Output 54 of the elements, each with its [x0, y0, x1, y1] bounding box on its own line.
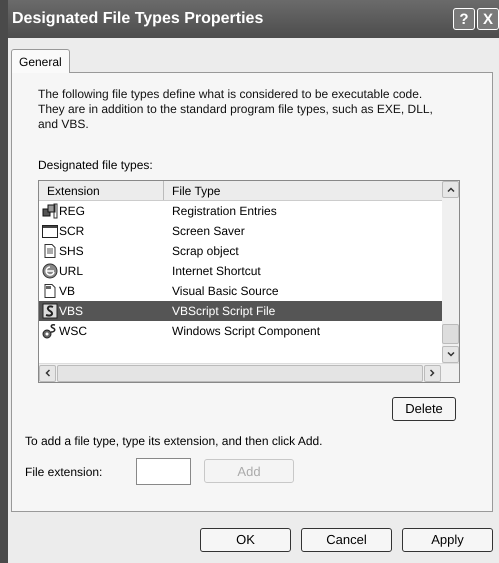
- apply-button[interactable]: Apply: [402, 528, 493, 552]
- document-icon: [42, 243, 58, 259]
- extension-cell-text: VB: [59, 283, 76, 300]
- file-type-cell-text: Registration Entries: [171, 203, 277, 220]
- file-type-cell-text: Windows Script Component: [171, 323, 320, 340]
- scroll-left-button[interactable]: [39, 364, 56, 382]
- scroll-right-button[interactable]: [424, 364, 441, 382]
- cancel-button[interactable]: Cancel: [301, 528, 392, 552]
- help-button[interactable]: ?: [453, 8, 475, 30]
- chevron-left-icon: [45, 369, 50, 377]
- list-row[interactable]: REG Registration Entries: [39, 201, 442, 221]
- close-button[interactable]: X: [477, 8, 499, 30]
- cubes-icon: [42, 203, 58, 219]
- chevron-right-icon: [430, 369, 435, 377]
- scroll-down-button[interactable]: [442, 346, 459, 363]
- description-text: The following file types define what is considered to be executable code. They are in addition to the standard program file types, such as EXE, DLL, and VBS.: [38, 87, 434, 132]
- field-label: File extension:: [25, 464, 104, 480]
- list-row[interactable]: URL Internet Shortcut: [39, 261, 442, 281]
- file-type-cell-text: Scrap object: [171, 243, 239, 260]
- file-type-cell-text: VBScript Script File: [171, 303, 276, 320]
- file-type-cell-text: Internet Shortcut: [171, 263, 261, 280]
- list-row[interactable]: SCR Screen Saver: [39, 221, 442, 241]
- extension-cell-text: SCR: [59, 223, 84, 240]
- list-row[interactable]: VBS VBScript Script File: [39, 301, 442, 321]
- scroll-thumb[interactable]: [57, 364, 423, 382]
- file-type-cell-text: Visual Basic Source: [171, 283, 278, 300]
- scroll-up-button[interactable]: [442, 181, 459, 198]
- delete-button[interactable]: Delete: [392, 397, 456, 421]
- list-row[interactable]: WSC Windows Script Component: [39, 321, 442, 341]
- list-row[interactable]: VB Visual Basic Source: [39, 281, 442, 301]
- tab[interactable]: General: [11, 49, 70, 73]
- file-type-cell-text: Screen Saver: [171, 223, 245, 240]
- globe-icon: [42, 263, 58, 279]
- code-file-icon: [42, 283, 58, 299]
- chevron-down-icon: [446, 352, 454, 357]
- vertical-scrollbar[interactable]: [442, 181, 459, 363]
- extension-cell-text: URL: [59, 263, 84, 280]
- chevron-up-icon: [446, 187, 454, 192]
- column-header[interactable]: File Type: [164, 181, 442, 200]
- extension-cell-text: SHS: [59, 243, 84, 260]
- extension-cell-text: VBS: [59, 303, 84, 320]
- list-label: Designated file types:: [38, 157, 154, 174]
- add-hint-text: To add a file type, type its extension, and then click Add.: [25, 433, 324, 450]
- script-icon: [42, 303, 58, 319]
- extension-cell-text: WSC: [59, 323, 87, 340]
- window-icon: [42, 223, 58, 239]
- extension-input[interactable]: [136, 458, 191, 485]
- column-header[interactable]: Extension: [39, 181, 164, 200]
- list-row[interactable]: SHS Scrap object: [39, 241, 442, 261]
- horizontal-scrollbar[interactable]: [39, 363, 459, 382]
- ok-button[interactable]: OK: [200, 528, 291, 552]
- window-title: Designated File Types Properties: [12, 9, 264, 29]
- extension-cell-text: REG: [59, 203, 86, 220]
- scroll-thumb[interactable]: [442, 324, 459, 344]
